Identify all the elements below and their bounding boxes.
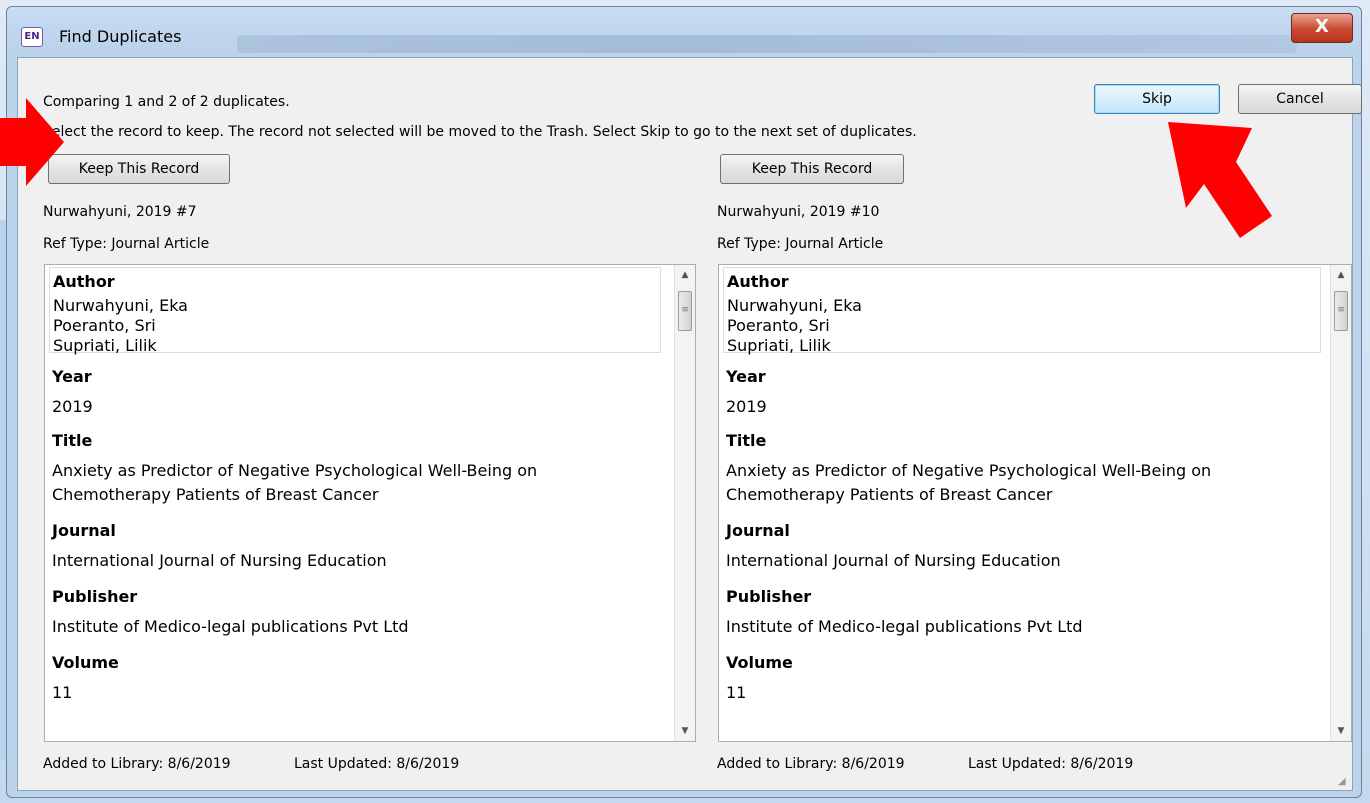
red-arrow-icon	[0, 98, 64, 186]
annotation-overlay	[0, 98, 1272, 238]
red-arrow-icon	[1168, 122, 1272, 238]
